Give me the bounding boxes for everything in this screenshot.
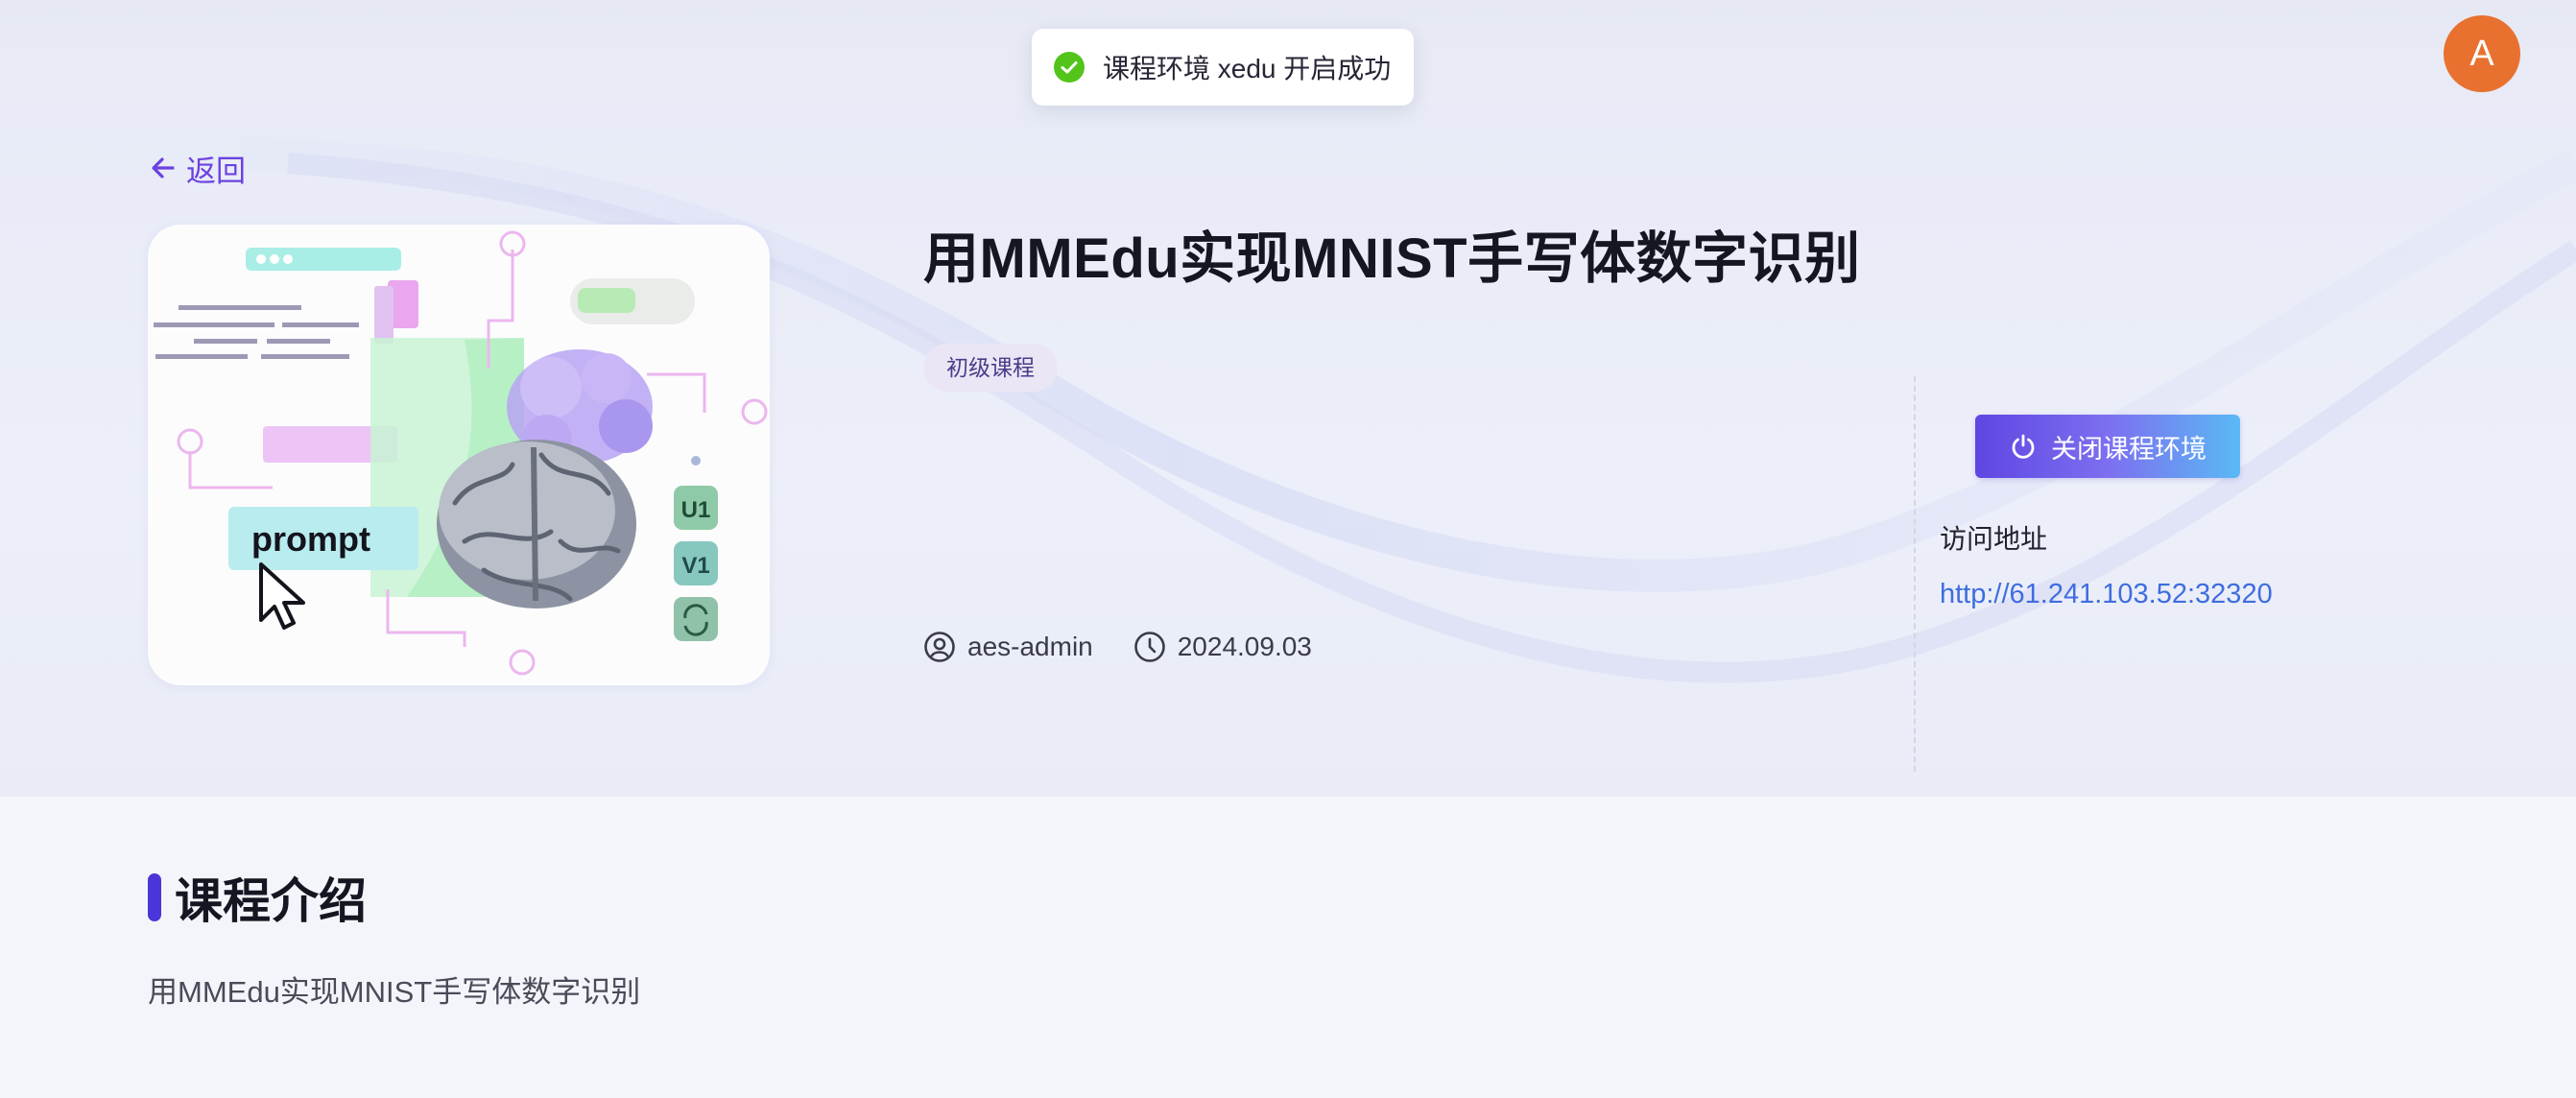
- access-address-label: 访问地址: [1940, 524, 2048, 554]
- title-accent-bar: [148, 873, 161, 921]
- toast-message: 课程环境 xedu 开启成功: [1103, 54, 1392, 84]
- intro-description: 用MMEdu实现MNIST手写体数字识别: [148, 975, 641, 1009]
- power-icon: [2012, 434, 2035, 459]
- vertical-divider: [1914, 376, 1916, 772]
- course-meta: aes-admin 2024.09.03: [923, 626, 1352, 668]
- arrow-left-icon: [152, 157, 175, 179]
- clock-icon: [1133, 632, 1165, 662]
- back-button[interactable]: 返回: [148, 146, 246, 190]
- level-tag: 初级课程: [923, 344, 1058, 392]
- publish-date: 2024.09.03: [1177, 632, 1312, 661]
- access-address-link[interactable]: http://61.241.103.52:32320: [1940, 579, 2273, 610]
- course-title: 用MMEdu实现MNIST手写体数字识别: [923, 227, 1861, 290]
- intro-title-text: 课程介绍: [175, 874, 367, 928]
- author-name: aes-admin: [967, 632, 1093, 661]
- date-info: 2024.09.03: [1133, 631, 1312, 663]
- user-icon: [924, 632, 955, 662]
- user-avatar[interactable]: A: [2444, 15, 2520, 92]
- author-info: aes-admin: [923, 631, 1093, 663]
- intro-section-title: 课程介绍: [148, 869, 367, 928]
- check-circle-icon: [1054, 52, 1085, 83]
- success-toast: 课程环境 xedu 开启成功: [1032, 29, 1414, 106]
- cover-badge-v1: V1: [681, 553, 709, 579]
- cover-badge-u1: U1: [681, 497, 711, 523]
- close-environment-label: 关闭课程环境: [2051, 434, 2206, 464]
- course-hero: 返回 prompt U1 V1 用MMEdu实现MNIST手写体数字识别 初级课…: [0, 106, 2576, 797]
- cover-illustration: prompt U1 V1: [154, 230, 768, 676]
- close-environment-button[interactable]: 关闭课程环境: [1975, 415, 2240, 478]
- back-label: 返回: [186, 154, 246, 188]
- course-cover-image: prompt U1 V1: [148, 225, 770, 685]
- cover-prompt-text: prompt: [251, 519, 370, 559]
